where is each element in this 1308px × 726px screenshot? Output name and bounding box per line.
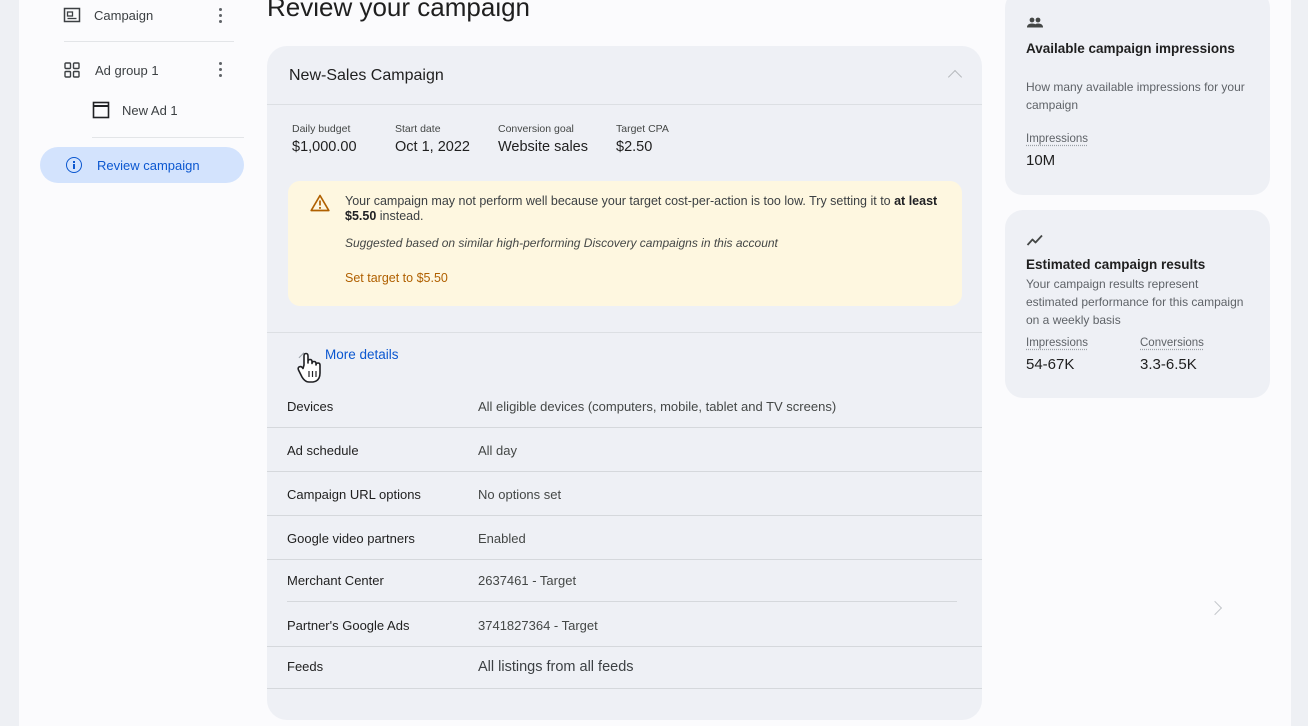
detail-value: All eligible devices (computers, mobile,… (478, 399, 837, 414)
more-details-link[interactable]: More details (325, 347, 399, 362)
campaign-icon (63, 6, 81, 24)
stat-target-cpa: Target CPA $2.50 (616, 123, 669, 155)
detail-value: All day (478, 443, 518, 458)
row-divider (267, 559, 982, 560)
detail-value: No options set (478, 487, 562, 502)
warning-banner: Your campaign may not perform well becau… (288, 181, 962, 306)
results-impressions-label[interactable]: Impressions (1026, 337, 1088, 349)
sidebar-item-label: Review campaign (97, 157, 200, 173)
card-divider (267, 104, 982, 105)
sidebar-item-ad[interactable]: New Ad 1 (92, 101, 178, 119)
sidebar-item-review-campaign[interactable]: Review campaign (40, 147, 244, 183)
chevron-up-icon[interactable] (947, 69, 963, 85)
sidebar-item-campaign[interactable]: Campaign (63, 6, 153, 24)
stat-label: Conversion goal (498, 123, 574, 135)
available-impressions-card: Available campaign impressions How many … (1005, 0, 1270, 195)
trending-icon (1026, 234, 1043, 246)
impressions-metric-label[interactable]: Impressions (1026, 133, 1088, 145)
campaign-review-card: New-Sales Campaign Daily budget $1,000.0… (267, 46, 982, 720)
warning-icon (310, 194, 330, 212)
row-divider (267, 427, 982, 428)
info-icon (66, 157, 82, 173)
detail-value: 3741827364 - Target (478, 618, 598, 633)
results-impressions-value: 54-67K (1026, 356, 1075, 373)
detail-value: Enabled (478, 531, 526, 546)
stat-label: Start date (395, 123, 441, 135)
detail-key: Feeds (287, 659, 324, 674)
warning-message: Your campaign may not perform well becau… (345, 194, 945, 224)
row-divider (287, 601, 957, 602)
sidebar-divider (64, 41, 234, 42)
detail-key: Partner's Google Ads (287, 618, 410, 633)
set-target-button[interactable]: Set target to $5.50 (345, 271, 448, 285)
ad-group-icon (63, 61, 81, 79)
row-divider (267, 688, 982, 689)
detail-key: Merchant Center (287, 573, 384, 588)
sidebar-item-label: New Ad 1 (122, 102, 178, 118)
stat-value: Website sales (498, 139, 588, 155)
warning-text-end: instead. (376, 209, 424, 223)
stat-label: Daily budget (292, 123, 351, 135)
stat-value: $1,000.00 (292, 139, 357, 155)
sidebar-item-ad-group[interactable]: Ad group 1 (63, 61, 159, 79)
stat-value: $2.50 (616, 139, 653, 155)
stat-value: Oct 1, 2022 (395, 139, 470, 155)
impressions-metric-value: 10M (1026, 152, 1056, 169)
sidebar-divider (92, 137, 244, 138)
ad-group-more-vert-icon[interactable] (219, 62, 223, 78)
detail-key: Ad schedule (287, 443, 359, 458)
campaign-name: New-Sales Campaign (289, 67, 444, 84)
impressions-card-description: How many available impressions for your … (1026, 80, 1245, 112)
results-card-description: Your campaign results represent estimate… (1026, 277, 1244, 327)
warning-suggestion: Suggested based on similar high-performi… (345, 236, 778, 250)
stat-start-date: Start date Oct 1, 2022 (395, 123, 470, 155)
detail-key: Campaign URL options (287, 487, 421, 502)
ad-icon (92, 101, 110, 119)
campaign-more-vert-icon[interactable] (219, 8, 223, 24)
detail-value: 2637461 - Target (478, 573, 577, 588)
row-divider (267, 646, 982, 647)
sidebar-item-label: Campaign (94, 7, 154, 23)
stat-label: Target CPA (616, 123, 669, 135)
results-conversions-value: 3.3-6.5K (1140, 356, 1197, 373)
detail-key: Google video partners (287, 531, 415, 546)
hand-cursor-icon (297, 352, 321, 383)
stat-conversion-goal: Conversion goal Website sales (498, 123, 588, 155)
detail-value: All listings from all feeds (478, 659, 634, 675)
results-conversions-label[interactable]: Conversions (1140, 337, 1204, 349)
sidebar-item-label: Ad group 1 (95, 62, 159, 78)
row-divider (267, 471, 982, 472)
estimated-results-card: Estimated campaign results Your campaign… (1005, 210, 1270, 398)
people-icon (1027, 17, 1043, 28)
page-title: Review your campaign (267, 0, 531, 22)
impressions-card-title: Available campaign impressions (1026, 41, 1235, 56)
row-divider (267, 515, 982, 516)
results-card-title: Estimated campaign results (1026, 257, 1206, 272)
warning-text: Your campaign may not perform well becau… (345, 194, 895, 208)
stat-daily-budget: Daily budget $1,000.00 (292, 123, 357, 155)
card-divider (267, 332, 982, 333)
detail-key: Devices (287, 399, 334, 414)
